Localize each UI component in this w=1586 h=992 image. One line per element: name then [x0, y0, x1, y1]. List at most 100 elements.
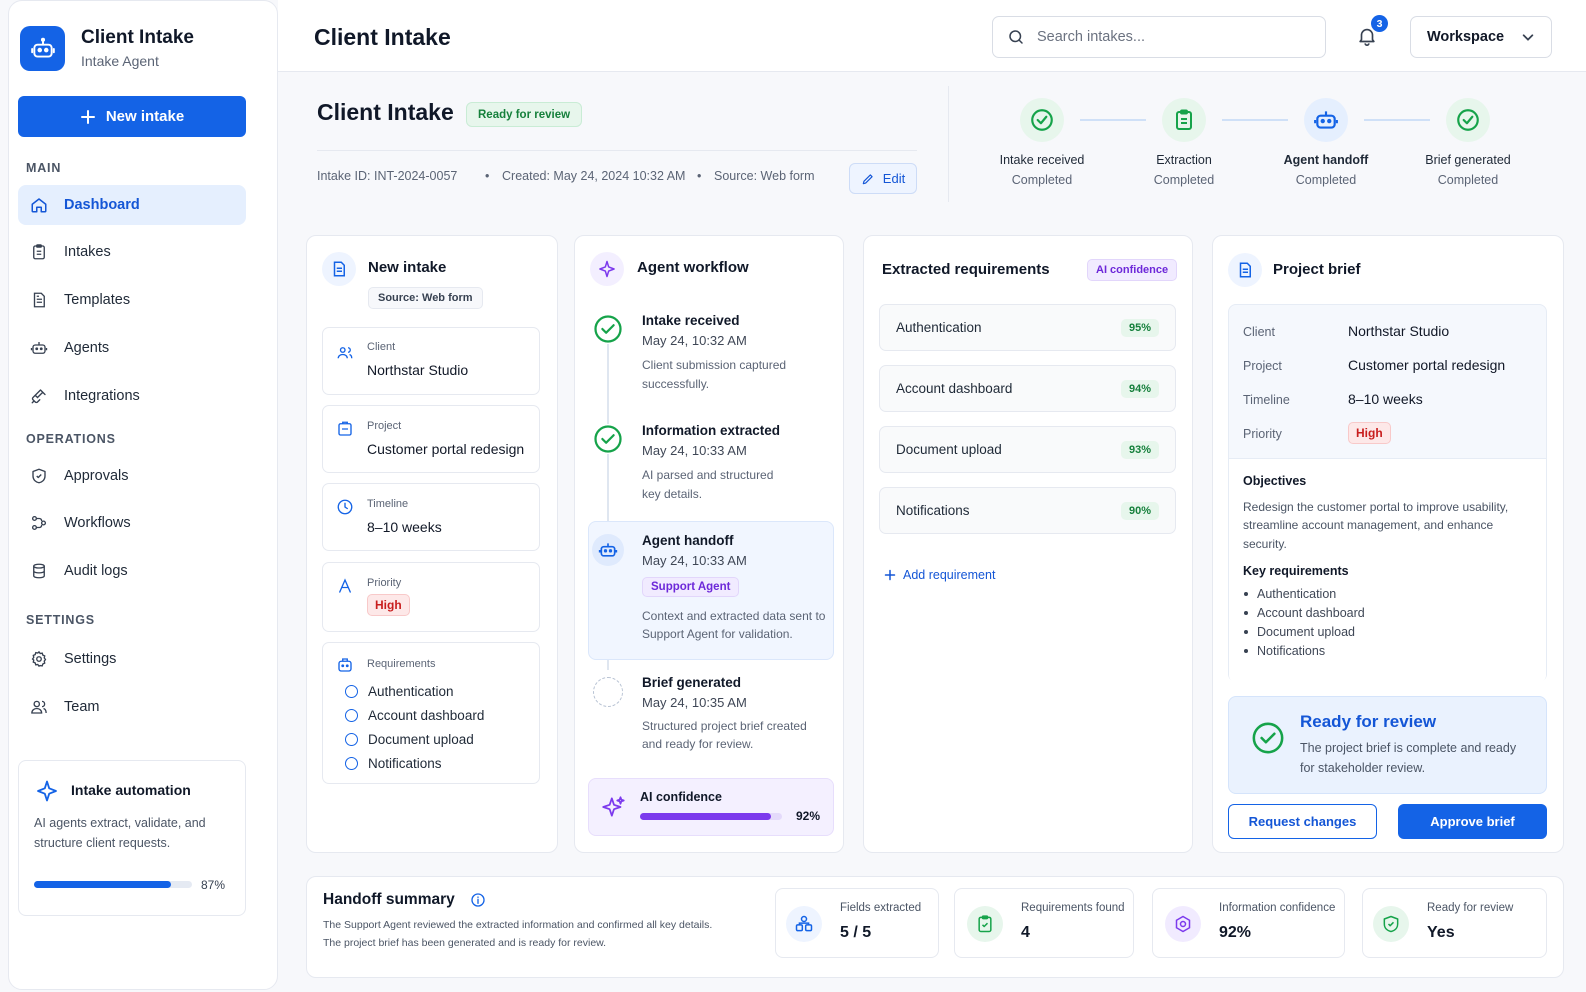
sidebar-item-label: Team — [64, 699, 100, 715]
step-connector — [1080, 119, 1146, 121]
automation-card: Intake automation AI agents extract, val… — [18, 760, 246, 916]
sidebar-item-label: Settings — [64, 651, 117, 667]
sparkle-icon — [602, 796, 625, 817]
source-pill: Source: Web form — [368, 287, 483, 309]
stat-requirements-found: Requirements found 4 — [954, 888, 1134, 958]
workflow-step-time: May 24, 10:32 AM — [642, 333, 747, 348]
gear-icon — [31, 650, 47, 667]
workflow-step-desc: AI parsed and structured — [642, 468, 774, 482]
search-box[interactable] — [992, 16, 1326, 58]
home-icon — [31, 198, 47, 213]
requirement-item[interactable]: Document upload — [345, 727, 484, 751]
sidebar-item-label: Approvals — [64, 468, 129, 484]
intake-id: Intake ID: INT-2024-0057 — [317, 169, 458, 183]
sidebar-item-audit-logs[interactable]: Audit logs — [18, 551, 246, 591]
approve-brief-button[interactable]: Approve brief — [1398, 804, 1547, 839]
sidebar-item-dashboard[interactable]: Dashboard — [18, 185, 246, 225]
confidence-badge: 90% — [1120, 501, 1159, 520]
stat-value: 5 / 5 — [840, 924, 872, 941]
check-circle-icon — [1252, 722, 1284, 754]
pending-circle-icon — [593, 677, 623, 707]
ready-for-review-panel: Ready for review The project brief is co… — [1228, 696, 1547, 794]
radio-icon — [345, 756, 358, 770]
requirement-row[interactable]: Document upload 93% — [879, 426, 1176, 473]
edit-button[interactable]: Edit — [849, 163, 917, 194]
sidebar-item-approvals[interactable]: Approvals — [18, 456, 246, 496]
priority-label: Priority — [367, 577, 402, 589]
add-requirement-link[interactable]: Add requirement — [884, 568, 995, 582]
sparkle-icon — [590, 252, 624, 286]
key-requirements-heading: Key requirements — [1243, 564, 1349, 578]
clipboard-check-icon — [967, 906, 1003, 942]
clipboard-icon — [33, 244, 45, 260]
project-field: Project Customer portal redesign — [322, 405, 540, 473]
search-input[interactable] — [1037, 29, 1307, 45]
automation-desc-line2: structure client requests. — [34, 836, 171, 850]
requirement-row[interactable]: Authentication 95% — [879, 304, 1176, 351]
search-icon — [1009, 30, 1023, 44]
confidence-badge: 93% — [1120, 440, 1159, 459]
workspace-dropdown[interactable]: Workspace — [1410, 16, 1552, 58]
objectives-heading: Objectives — [1243, 474, 1307, 488]
brand-title: Client Intake — [81, 27, 194, 48]
sidebar-item-settings[interactable]: Settings — [18, 639, 246, 679]
sidebar-item-templates[interactable]: Templates — [18, 280, 246, 320]
step-intake-received-icon — [1020, 98, 1064, 142]
intake-source: Source: Web form — [714, 169, 815, 183]
step-status: Completed — [1437, 173, 1499, 187]
step-agent-handoff-icon — [1304, 98, 1348, 142]
workflow-step-desc: Client submission captured — [642, 358, 787, 372]
timeline-value: 8–10 weeks — [367, 519, 442, 535]
timeline-field: Timeline 8–10 weeks — [322, 483, 540, 551]
step-status: Completed — [1011, 173, 1073, 187]
section-settings-label: SETTINGS — [26, 613, 95, 627]
workflow-step-time: May 24, 10:33 AM — [642, 443, 747, 458]
ai-confidence-value: 92% — [796, 809, 821, 823]
robot-icon — [592, 534, 624, 566]
sidebar-item-team[interactable]: Team — [18, 687, 246, 727]
meta-separator: • — [485, 169, 490, 183]
new-intake-button[interactable]: New intake — [18, 96, 246, 137]
objectives-text: streamline account management, and enhan… — [1243, 518, 1494, 532]
ai-confidence-track — [640, 813, 782, 820]
requirements-field: Requirements Authentication Account dash… — [322, 642, 540, 784]
brief-objectives-section: Objectives Redesign the customer portal … — [1229, 458, 1546, 683]
step-brief-generated-icon — [1446, 98, 1490, 142]
sidebar-item-agents[interactable]: Agents — [18, 328, 246, 368]
brand-robot-icon — [20, 26, 65, 71]
request-changes-button[interactable]: Request changes — [1228, 804, 1377, 839]
project-value: Customer portal redesign — [367, 441, 525, 457]
sidebar-item-label: Workflows — [64, 515, 131, 531]
requirement-row[interactable]: Notifications 90% — [879, 487, 1176, 534]
divider — [948, 86, 949, 202]
requirement-item[interactable]: Account dashboard — [345, 703, 484, 727]
project-brief-title: Project brief — [1273, 261, 1361, 278]
requirement-item[interactable]: Notifications — [345, 751, 484, 775]
step-extraction-icon — [1162, 98, 1206, 142]
requirement-item[interactable]: Authentication — [345, 679, 484, 703]
step-name: Agent handoff — [1283, 153, 1369, 167]
shield-icon — [32, 468, 46, 484]
add-requirement-label: Add requirement — [903, 568, 996, 582]
sidebar-item-label: Audit logs — [64, 563, 128, 579]
requirement-row[interactable]: Account dashboard 94% — [879, 365, 1176, 412]
confidence-badge: 95% — [1120, 318, 1159, 337]
sidebar-item-integrations[interactable]: Integrations — [18, 376, 246, 416]
requirement-name: Authentication — [896, 320, 982, 335]
automation-title: Intake automation — [71, 782, 191, 798]
document-icon — [33, 292, 45, 308]
fields-icon — [786, 906, 822, 942]
brief-timeline-label: Timeline — [1243, 393, 1290, 407]
sidebar-item-workflows[interactable]: Workflows — [18, 503, 246, 543]
team-icon — [31, 700, 47, 714]
workflow-step-desc: and ready for review. — [642, 737, 754, 751]
info-icon[interactable] — [470, 892, 486, 908]
brief-timeline-value: 8–10 weeks — [1348, 391, 1423, 407]
automation-desc-line1: AI agents extract, validate, and — [34, 816, 206, 830]
step-connector — [1222, 119, 1288, 121]
brief-client-label: Client — [1243, 325, 1275, 339]
support-agent-badge: Support Agent — [642, 577, 740, 597]
meta-separator: • — [697, 169, 702, 183]
ai-confidence-label: AI confidence — [640, 790, 722, 804]
sidebar-item-intakes[interactable]: Intakes — [18, 232, 246, 272]
